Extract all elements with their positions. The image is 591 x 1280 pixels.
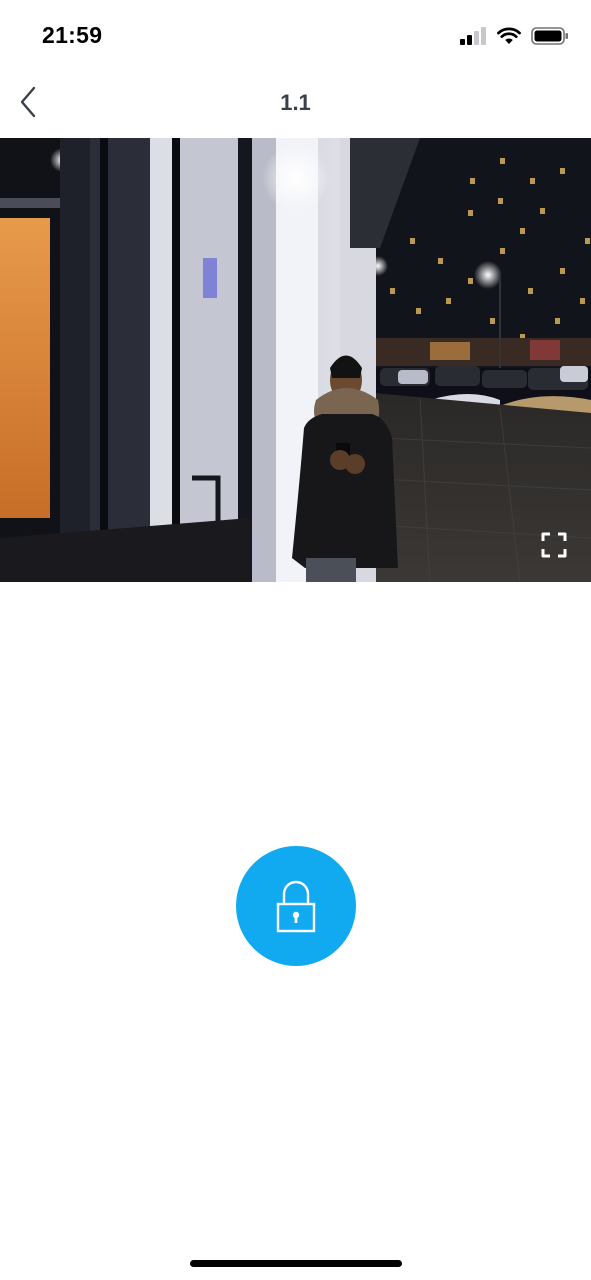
nav-bar: 1.1 (0, 72, 591, 138)
status-time: 21:59 (42, 22, 103, 48)
home-indicator (190, 1260, 402, 1267)
fullscreen-icon (541, 532, 567, 558)
status-icons (460, 25, 569, 47)
camera-image (0, 138, 591, 582)
cellular-signal-icon (460, 27, 486, 45)
padlock-icon (276, 880, 316, 933)
fullscreen-button[interactable] (539, 530, 569, 560)
wifi-icon (497, 27, 521, 44)
status-bar: 21:59 (0, 0, 591, 72)
camera-feed[interactable] (0, 138, 591, 582)
unlock-button[interactable] (236, 846, 356, 966)
page-title: 1.1 (280, 90, 311, 115)
battery-icon (531, 27, 568, 45)
